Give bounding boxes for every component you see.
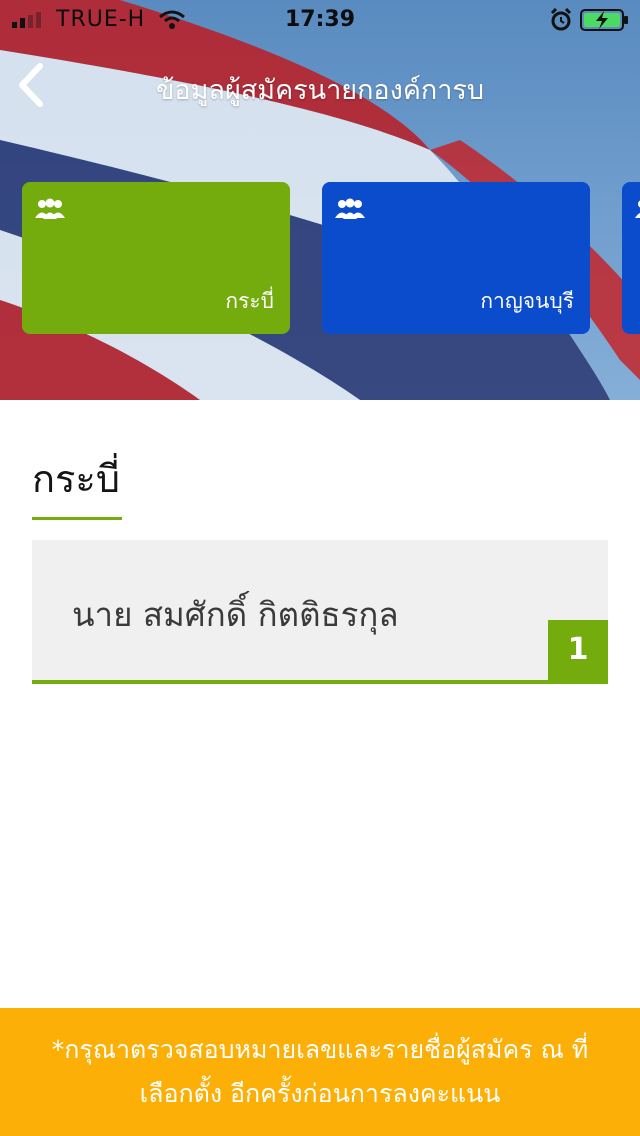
province-card-krabi[interactable]: กระบี่	[22, 182, 290, 334]
candidate-item[interactable]: นาย สมศักดิ์ กิตติธรกุล 1	[32, 540, 608, 684]
province-card-list: กระบี่ กาญจนบุรี	[0, 182, 640, 334]
navigation-bar: ข้อมูลผู้สมัครนายกองค์การบ	[0, 50, 640, 120]
notice-banner: *กรุณาตรวจสอบหมายเลขและรายชื่อผู้สมัคร ณ…	[0, 1008, 640, 1136]
header-banner: TRUE-H 17:39 ข้อมูลผู้สมัครนายกองค์การบ	[0, 0, 640, 400]
province-card-next[interactable]	[622, 182, 640, 334]
candidate-name: นาย สมศักดิ์ กิตติธรกุล	[72, 595, 399, 634]
status-time: 17:39	[284, 7, 356, 32]
notice-line-2: เลือกตั้ง อีกครั้งก่อนการลงคะแนน	[139, 1079, 501, 1108]
heading-underline	[32, 517, 122, 520]
province-card-kanchanaburi[interactable]: กาญจนบุรี	[322, 182, 590, 334]
people-group-icon	[635, 200, 640, 218]
people-group-icon	[335, 198, 365, 219]
people-group-icon	[35, 198, 65, 219]
page-title: ข้อมูลผู้สมัครนายกองค์การบ	[155, 75, 485, 106]
notice-line-1: *กรุณาตรวจสอบหมายเลขและรายชื่อผู้สมัคร ณ…	[51, 1035, 589, 1064]
candidate-number-badge: 1	[548, 620, 608, 680]
battery-charging-icon	[580, 9, 628, 31]
card-label: กาญจนบุรี	[480, 289, 574, 313]
status-bar: TRUE-H 17:39	[0, 0, 640, 40]
province-heading: กระบี่	[32, 457, 120, 501]
card-label: กระบี่	[225, 289, 274, 313]
alarm-clock-icon	[550, 8, 572, 31]
